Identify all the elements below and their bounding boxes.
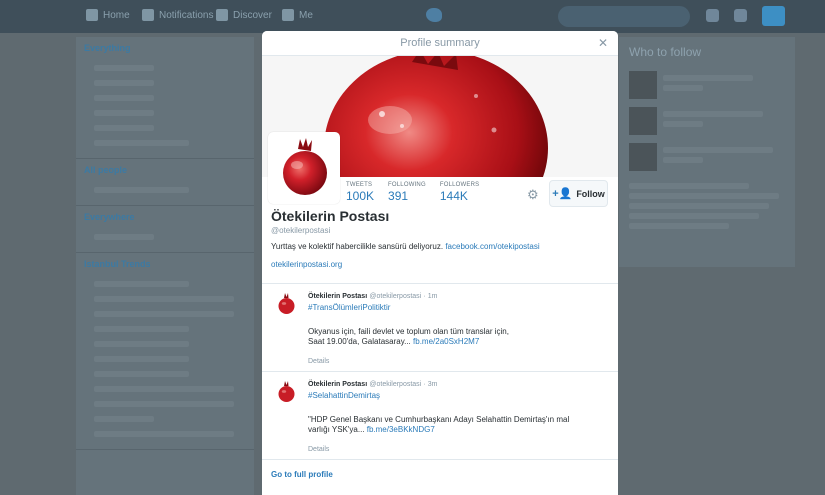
hashtag-icon <box>216 9 228 21</box>
messages-icon[interactable] <box>706 9 719 22</box>
modal-footer: Go to full profile <box>262 460 618 488</box>
profile-stats: TWEETS 100K FOLLOWING 391 FOLLOWERS 144K <box>346 182 479 203</box>
bio-link[interactable]: facebook.com/otekipostasi <box>445 242 539 251</box>
modal-title: Profile summary <box>400 37 480 49</box>
tweet-text: Okyanus için, faili devlet ve toplum ola… <box>308 327 509 346</box>
search-input[interactable] <box>558 6 690 27</box>
tweet-hashtag[interactable]: #SelahattinDemirtaş <box>308 391 608 401</box>
profile-bio: Yurttaş ve kolektif habercilikle sansürü… <box>271 242 540 251</box>
pomegranate-avatar-image <box>274 292 298 316</box>
tweet-author[interactable]: Ötekilerin Postası <box>308 293 367 300</box>
who-to-follow-panel: Who to follow <box>619 37 795 267</box>
tweet-details-link[interactable]: Details <box>308 357 608 367</box>
tweet-time[interactable]: 3m <box>428 381 438 388</box>
tweet-handle: @otekilerpostasi <box>369 381 422 388</box>
tweet-avatar[interactable] <box>274 380 298 404</box>
tweet-handle: @otekilerpostasi <box>369 293 422 300</box>
pomegranate-avatar-image <box>271 135 337 201</box>
tweet-item[interactable]: Ötekilerin Postası @otekilerpostasi · 3m… <box>262 372 618 460</box>
profile-summary-modal: Profile summary ✕ TWEETS 100K FOLLOWING … <box>262 31 618 495</box>
notifications-icon <box>142 9 154 21</box>
suggestion-row <box>619 139 795 175</box>
nav-notifications[interactable]: Notifications <box>142 9 213 21</box>
tweet-link[interactable]: fb.me/2a0SxH2M7 <box>413 337 479 346</box>
tweet-content: Ötekilerin Postası @otekilerpostasi · 3m… <box>308 379 608 455</box>
top-navigation-bar: Home Notifications Discover Me <box>0 0 825 33</box>
stat-tweets[interactable]: TWEETS 100K <box>346 182 374 203</box>
twitter-bird-icon <box>426 8 442 22</box>
tweet-time[interactable]: 1m <box>428 293 438 300</box>
compose-button[interactable] <box>762 6 785 26</box>
tweet-details-link[interactable]: Details <box>308 445 608 455</box>
stat-following[interactable]: FOLLOWING 391 <box>388 182 426 203</box>
profile-name: Ötekilerin Postası <box>271 208 390 224</box>
section-everywhere: Everywhere <box>84 212 135 222</box>
tweet-text: "HDP Genel Başkanı ve Cumhurbaşkanı Aday… <box>308 415 570 434</box>
tweet-item[interactable]: Ötekilerin Postası @otekilerpostasi · 1m… <box>262 284 618 372</box>
tweet-content: Ötekilerin Postası @otekilerpostasi · 1m… <box>308 291 608 367</box>
close-icon[interactable]: ✕ <box>598 36 608 50</box>
section-all-people: All people <box>84 165 128 175</box>
nav-discover[interactable]: Discover <box>216 9 272 21</box>
person-icon <box>282 9 294 21</box>
suggestion-row <box>619 103 795 139</box>
gear-icon[interactable] <box>734 9 747 22</box>
tweet-link[interactable]: fb.me/3eBKkNDG7 <box>367 425 435 434</box>
nav-home[interactable]: Home <box>86 9 130 21</box>
profile-handle: @otekilerpostasi <box>271 226 331 235</box>
tweet-hashtag[interactable]: #TransÖlümleriPolitiktir <box>308 303 608 313</box>
go-to-full-profile-link[interactable]: Go to full profile <box>271 470 333 479</box>
left-sidebar: Everything All people Everywhere Istanbu… <box>76 37 254 495</box>
section-everything: Everything <box>84 43 131 53</box>
follow-user-icon: +👤 <box>552 188 573 200</box>
pomegranate-avatar-image <box>274 380 298 404</box>
profile-card: TWEETS 100K FOLLOWING 391 FOLLOWERS 144K… <box>262 132 618 283</box>
gear-icon[interactable]: ⚙ <box>527 187 539 203</box>
home-icon <box>86 9 98 21</box>
follow-button[interactable]: +👤 Follow <box>549 180 608 207</box>
tweet-list: Ötekilerin Postası @otekilerpostasi · 1m… <box>262 283 618 460</box>
modal-header: Profile summary ✕ <box>262 31 618 56</box>
profile-website-link[interactable]: otekilerinpostasi.org <box>271 260 342 269</box>
nav-me[interactable]: Me <box>282 9 313 21</box>
who-to-follow-title: Who to follow <box>629 45 702 59</box>
suggestion-row <box>619 67 795 103</box>
stat-followers[interactable]: FOLLOWERS 144K <box>440 182 479 203</box>
tweet-author[interactable]: Ötekilerin Postası <box>308 381 367 388</box>
tweet-avatar[interactable] <box>274 292 298 316</box>
avatar[interactable] <box>268 132 340 204</box>
section-trends: Istanbul Trends <box>84 259 151 269</box>
